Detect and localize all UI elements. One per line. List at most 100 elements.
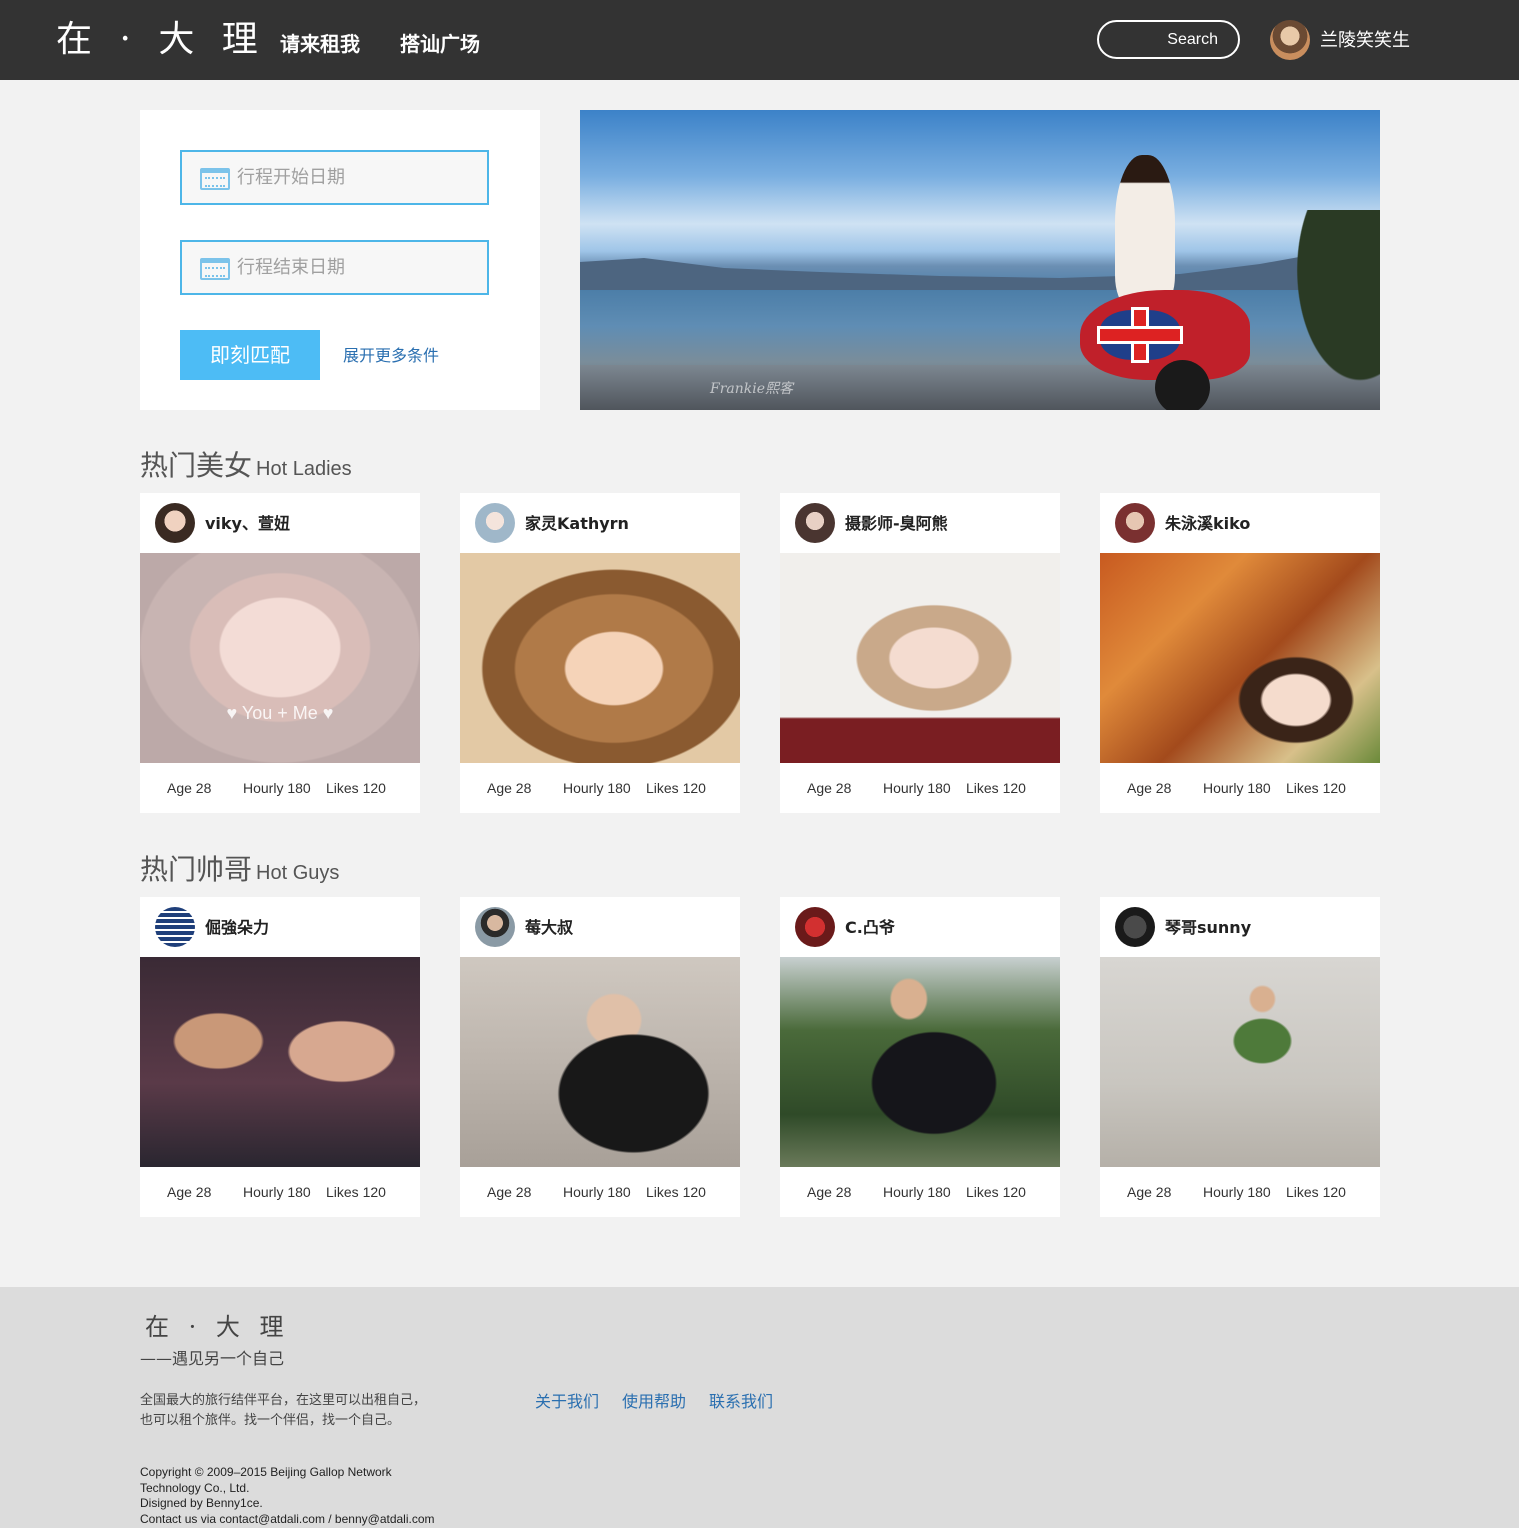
banner-shore [580,365,1380,410]
profile-age: Age 28 [167,780,212,796]
profile-card[interactable]: 琴哥sunny Age 28 Hourly 180 Likes 120 [1100,897,1380,1217]
calendar-icon [200,168,230,190]
end-date-field[interactable] [180,240,489,295]
photo-overlay-text: ♥ You + Me ♥ [226,703,334,723]
start-date-input[interactable] [237,152,477,203]
profile-avatar[interactable] [795,503,835,543]
trip-search-panel: 即刻匹配 展开更多条件 [140,110,540,410]
profile-hourly: Hourly 180 [563,780,631,796]
profile-likes: Likes 120 [966,1184,1026,1200]
profile-avatar[interactable] [475,907,515,947]
profile-likes: Likes 120 [646,1184,706,1200]
hero-banner[interactable]: Frankie熙客 [580,110,1380,410]
profile-card[interactable]: 倔強朵力 Age 28 Hourly 180 Likes 120 [140,897,420,1217]
profile-name[interactable]: 家灵Kathyrn [525,513,629,535]
profile-hourly: Hourly 180 [1203,780,1271,796]
hot-guys-title-en: Hot Guys [256,862,340,884]
profile-photo[interactable] [780,553,1060,763]
profile-card[interactable]: 家灵Kathyrn Age 28 Hourly 180 Likes 120 [460,493,740,813]
profile-age: Age 28 [1127,1184,1172,1200]
profile-card[interactable]: 朱泳溪kiko Age 28 Hourly 180 Likes 120 [1100,493,1380,813]
footer-logo: 在 · 大 理 [145,1313,290,1341]
profile-avatar[interactable] [795,907,835,947]
profile-likes: Likes 120 [326,780,386,796]
start-date-field[interactable] [180,150,489,205]
profile-likes: Likes 120 [646,780,706,796]
profile-name[interactable]: 琴哥sunny [1165,917,1251,939]
profile-card[interactable]: 摄影师-臭阿熊 Age 28 Hourly 180 Likes 120 [780,493,1060,813]
profile-stats: Age 28 Hourly 180 Likes 120 [140,778,420,798]
hot-guys-title-zh: 热门帅哥 [140,853,253,886]
banner-watermark: Frankie熙客 [710,381,794,397]
profile-likes: Likes 120 [966,780,1026,796]
profile-photo[interactable]: ♥ You + Me ♥ [140,553,420,763]
profile-hourly: Hourly 180 [563,1184,631,1200]
hot-guys-heading: 热门帅哥 Hot Guys [140,848,339,888]
profile-age: Age 28 [807,780,852,796]
profile-card[interactable]: viky、萱妞 ♥ You + Me ♥ Age 28 Hourly 180 L… [140,493,420,813]
footer-copyright: Copyright © 2009–2015 Beijing Gallop Net… [140,1465,392,1495]
end-date-input[interactable] [237,242,477,293]
site-footer: 在 · 大 理 ——遇见另一个自己 全国最大的旅行结伴平台，在这里可以出租自己，… [0,1287,1519,1528]
profile-photo[interactable] [780,957,1060,1167]
profile-photo[interactable] [1100,553,1380,763]
user-name[interactable]: 兰陵笑笑生 [1320,29,1410,53]
profile-stats: Age 28 Hourly 180 Likes 120 [460,778,740,798]
match-now-button[interactable]: 即刻匹配 [180,330,320,380]
profile-stats: Age 28 Hourly 180 Likes 120 [780,1182,1060,1202]
site-logo[interactable]: 在 · 大 理 [56,18,266,62]
profile-card[interactable]: 莓大叔 Age 28 Hourly 180 Likes 120 [460,897,740,1217]
nav-meet-square[interactable]: 搭讪广场 [400,30,480,58]
profile-photo[interactable] [460,957,740,1167]
profile-name[interactable]: 朱泳溪kiko [1165,513,1250,535]
profile-name[interactable]: C.凸爷 [845,917,895,939]
banner-mountains [580,250,1380,290]
footer-contact: Contact us via contact@atdali.com / benn… [140,1511,435,1526]
profile-card[interactable]: C.凸爷 Age 28 Hourly 180 Likes 120 [780,897,1060,1217]
search-button[interactable]: Search [1097,20,1240,59]
profile-name[interactable]: viky、萱妞 [205,513,290,535]
hot-ladies-title-en: Hot Ladies [256,458,352,480]
profile-photo[interactable] [1100,957,1380,1167]
profile-age: Age 28 [487,1184,532,1200]
profile-likes: Likes 120 [1286,1184,1346,1200]
profile-name[interactable]: 倔強朵力 [205,917,269,939]
footer-description: 全国最大的旅行结伴平台，在这里可以出租自己，也可以租个旅伴。找一个伴侣，找一个自… [140,1393,427,1428]
profile-hourly: Hourly 180 [883,780,951,796]
profile-age: Age 28 [807,1184,852,1200]
profile-photo[interactable] [140,957,420,1167]
profile-hourly: Hourly 180 [883,1184,951,1200]
profile-avatar[interactable] [155,503,195,543]
profile-stats: Age 28 Hourly 180 Likes 120 [140,1182,420,1202]
profile-age: Age 28 [1127,780,1172,796]
footer-link-contact[interactable]: 联系我们 [709,1392,773,1412]
user-avatar[interactable] [1270,20,1310,60]
profile-likes: Likes 120 [326,1184,386,1200]
profile-hourly: Hourly 180 [243,1184,311,1200]
profile-name[interactable]: 莓大叔 [525,917,573,939]
profile-likes: Likes 120 [1286,780,1346,796]
nav-rent-me[interactable]: 请来租我 [280,30,360,58]
calendar-icon [200,258,230,280]
profile-stats: Age 28 Hourly 180 Likes 120 [780,778,1060,798]
profile-hourly: Hourly 180 [243,780,311,796]
profile-age: Age 28 [167,1184,212,1200]
footer-designed-by: Disigned by Benny1ce. [140,1496,263,1510]
profile-photo[interactable] [460,553,740,763]
profile-avatar[interactable] [1115,907,1155,947]
hot-ladies-heading: 热门美女 Hot Ladies [140,444,352,484]
footer-link-help[interactable]: 使用帮助 [622,1392,686,1412]
footer-link-about[interactable]: 关于我们 [535,1392,599,1412]
more-conditions-link[interactable]: 展开更多条件 [343,346,439,366]
profile-avatar[interactable] [155,907,195,947]
profile-avatar[interactable] [1115,503,1155,543]
footer-copyright-block: Copyright © 2009–2015 Beijing Gallop Net… [140,1465,440,1527]
profile-avatar[interactable] [475,503,515,543]
profile-stats: Age 28 Hourly 180 Likes 120 [1100,778,1380,798]
profile-stats: Age 28 Hourly 180 Likes 120 [1100,1182,1380,1202]
top-navbar: 在 · 大 理 请来租我 搭讪广场 Search 兰陵笑笑生 [0,0,1519,80]
banner-scooter [1060,250,1250,410]
profile-name[interactable]: 摄影师-臭阿熊 [845,513,948,535]
banner-tree [1280,210,1380,410]
profile-stats: Age 28 Hourly 180 Likes 120 [460,1182,740,1202]
